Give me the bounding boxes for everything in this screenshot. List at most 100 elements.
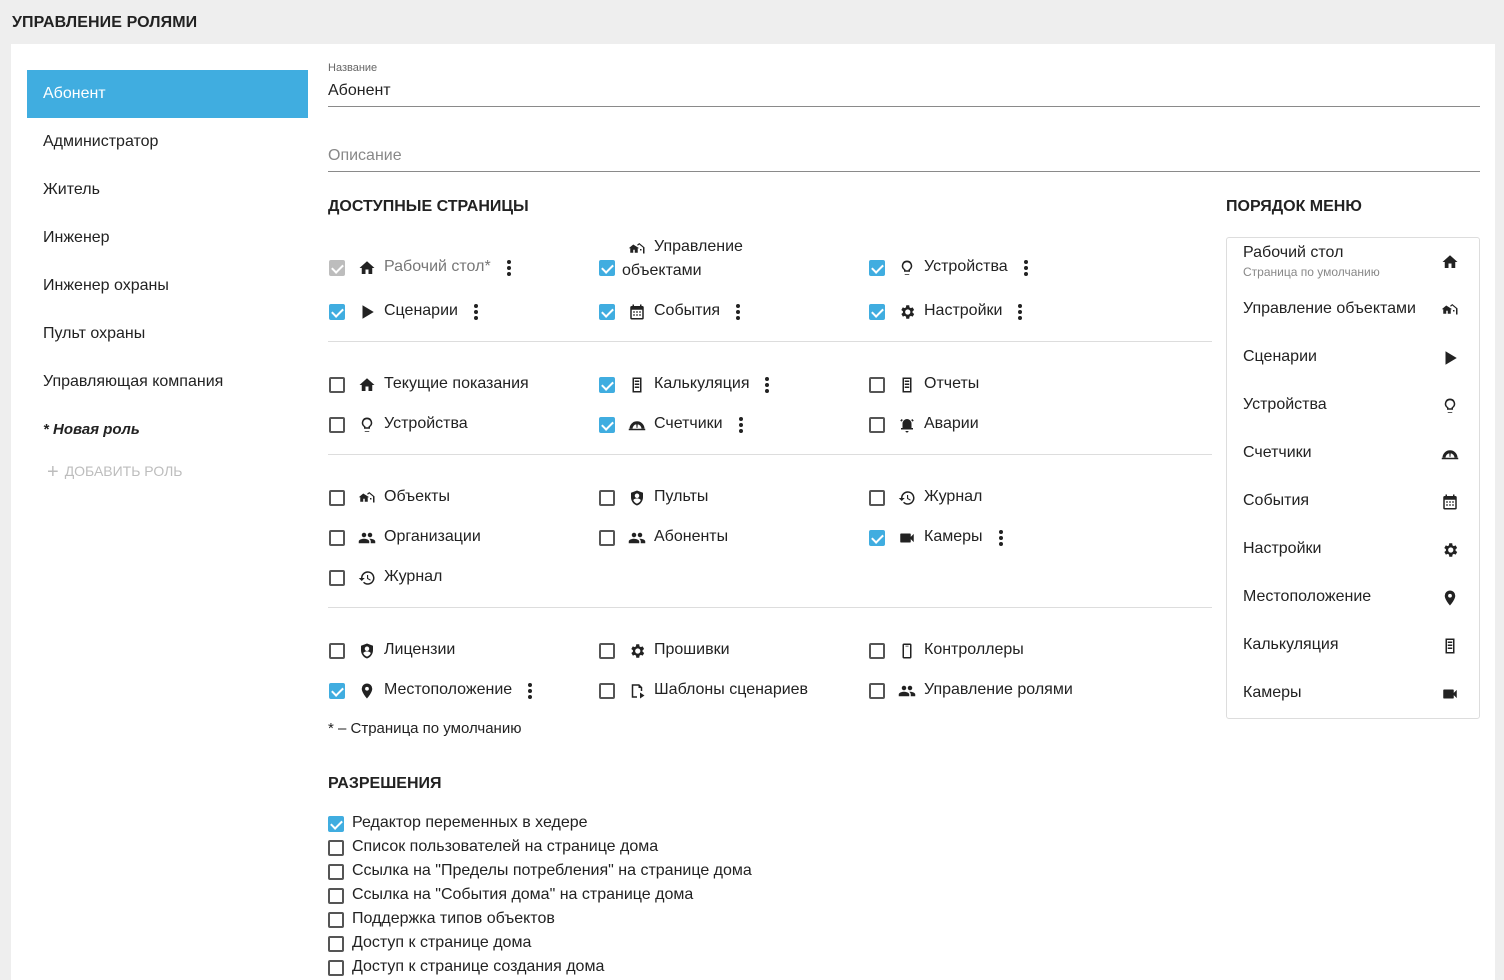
menu-order-label: Рабочий стол	[1243, 244, 1344, 261]
name-input[interactable]: Абонент	[328, 82, 391, 100]
permission-checkbox[interactable]	[328, 888, 344, 904]
page-checkbox-controller-3-2[interactable]	[869, 643, 885, 659]
page-label: Абоненты	[654, 528, 729, 545]
more-options-icon[interactable]	[737, 415, 745, 435]
permission-checkbox[interactable]	[328, 864, 344, 880]
more-options-icon[interactable]	[1022, 258, 1030, 278]
role-item-subscriber[interactable]: Абонент	[27, 70, 308, 118]
buildings-icon	[628, 240, 646, 258]
roles-sidebar: Абонент Администратор Житель Инженер Инж…	[27, 70, 308, 488]
menu-order-item[interactable]: Управление объектами	[1227, 286, 1479, 334]
bulb-icon	[898, 259, 916, 277]
pin-icon	[1441, 589, 1459, 607]
page-label: Аварии	[924, 415, 979, 432]
more-options-icon[interactable]	[734, 302, 742, 322]
history-icon	[898, 489, 916, 507]
menu-order-item[interactable]: Настройки	[1227, 526, 1479, 574]
add-role-button[interactable]: + ДОБАВИТЬ РОЛЬ	[27, 454, 308, 488]
page-label: Журнал	[924, 488, 983, 505]
menu-order-item[interactable]: События	[1227, 478, 1479, 526]
permission-label: Список пользователей на странице дома	[352, 838, 659, 855]
permission-checkbox[interactable]	[328, 816, 344, 832]
menu-order-label: События	[1243, 492, 1310, 509]
calendar-icon	[1441, 493, 1459, 511]
page-checkbox-buildings-2-0[interactable]	[329, 490, 345, 506]
role-item-new[interactable]: * Новая роль	[27, 406, 308, 454]
permission-label: Доступ к странице дома	[352, 934, 532, 951]
page-label: Лицензии	[384, 641, 456, 658]
permission-label: Редактор переменных в хедере	[352, 814, 588, 831]
home-icon	[358, 259, 376, 277]
more-options-icon[interactable]	[997, 528, 1005, 548]
template-icon	[628, 682, 646, 700]
history-icon	[358, 569, 376, 587]
menu-order-label: Местоположение	[1243, 588, 1372, 605]
menu-order-item[interactable]: Счетчики	[1227, 430, 1479, 478]
role-item-security-console[interactable]: Пульт охраны	[27, 310, 308, 358]
page-checkbox-home-0-0[interactable]	[329, 260, 345, 276]
buildings-icon	[1441, 301, 1459, 319]
page-checkbox-history-2-2[interactable]	[869, 490, 885, 506]
page-checkbox-shield-3-0[interactable]	[329, 643, 345, 659]
page-checkbox-gear-3-1[interactable]	[599, 643, 615, 659]
menu-order-item[interactable]: Местоположение	[1227, 574, 1479, 622]
menu-order-item[interactable]: Камеры	[1227, 670, 1479, 718]
menu-order-item[interactable]: Калькуляция	[1227, 622, 1479, 670]
group-divider	[328, 454, 1212, 455]
menu-order-item[interactable]: Устройства	[1227, 382, 1479, 430]
document-icon	[1441, 637, 1459, 655]
permission-checkbox[interactable]	[328, 960, 344, 976]
menu-order-title: ПОРЯДОК МЕНЮ	[1226, 198, 1362, 215]
role-item-management-company[interactable]: Управляющая компания	[27, 358, 308, 406]
more-options-icon[interactable]	[472, 302, 480, 322]
role-item-security-engineer[interactable]: Инженер охраны	[27, 262, 308, 310]
menu-order-list: Рабочий стол Страница по умолчанию Управле…	[1226, 237, 1480, 719]
gear-icon	[1441, 541, 1459, 559]
role-item-engineer[interactable]: Инженер	[27, 214, 308, 262]
camera-icon	[898, 529, 916, 547]
page-label: Объекты	[384, 488, 450, 505]
permission-checkbox[interactable]	[328, 936, 344, 952]
page-checkbox-people-3-5[interactable]	[869, 683, 885, 699]
page-checkbox-calendar-0-4[interactable]	[599, 304, 615, 320]
more-options-icon[interactable]	[1016, 302, 1024, 322]
menu-order-item[interactable]: Рабочий стол Страница по умолчанию	[1227, 238, 1479, 286]
page-checkbox-people-2-3[interactable]	[329, 530, 345, 546]
home-icon	[1441, 253, 1459, 271]
menu-order-item[interactable]: Сценарии	[1227, 334, 1479, 382]
page-checkbox-home-1-0[interactable]	[329, 377, 345, 393]
add-role-label: ДОБАВИТЬ РОЛЬ	[64, 463, 183, 479]
page-checkbox-play-0-3[interactable]	[329, 304, 345, 320]
bulb-icon	[1441, 397, 1459, 415]
page-checkbox-bulb-0-2[interactable]	[869, 260, 885, 276]
page-checkbox-shield-2-1[interactable]	[599, 490, 615, 506]
page-checkbox-gear-0-5[interactable]	[869, 304, 885, 320]
more-options-icon[interactable]	[505, 258, 513, 278]
permission-checkbox[interactable]	[328, 912, 344, 928]
page-label: События	[654, 302, 721, 319]
more-options-icon[interactable]	[526, 681, 534, 701]
page-checkbox-camera-2-5[interactable]	[869, 530, 885, 546]
page-checkbox-buildings-0-1[interactable]	[599, 260, 615, 276]
menu-order-label: Сценарии	[1243, 348, 1317, 365]
page-checkbox-document-1-2[interactable]	[869, 377, 885, 393]
more-options-icon[interactable]	[763, 375, 771, 395]
page-checkbox-history-2-6[interactable]	[329, 570, 345, 586]
page-title: УПРАВЛЕНИЕ РОЛЯМИ	[12, 14, 198, 31]
permission-checkbox[interactable]	[328, 840, 344, 856]
description-input[interactable]: Описание	[328, 147, 402, 165]
page-checkbox-document-1-1[interactable]	[599, 377, 615, 393]
people-icon	[358, 529, 376, 547]
page-checkbox-people-2-4[interactable]	[599, 530, 615, 546]
page-checkbox-alarm-1-5[interactable]	[869, 417, 885, 433]
page-label-line2: объектами	[622, 262, 702, 279]
plus-icon: +	[47, 461, 59, 483]
page-checkbox-template-3-4[interactable]	[599, 683, 615, 699]
role-item-resident[interactable]: Житель	[27, 166, 308, 214]
pages-section-title: ДОСТУПНЫЕ СТРАНИЦЫ	[328, 198, 529, 215]
page-checkbox-gauge-1-4[interactable]	[599, 417, 615, 433]
page-checkbox-pin-3-3[interactable]	[329, 683, 345, 699]
page-label: Сценарии	[384, 302, 458, 319]
role-item-administrator[interactable]: Администратор	[27, 118, 308, 166]
page-checkbox-bulb-1-3[interactable]	[329, 417, 345, 433]
